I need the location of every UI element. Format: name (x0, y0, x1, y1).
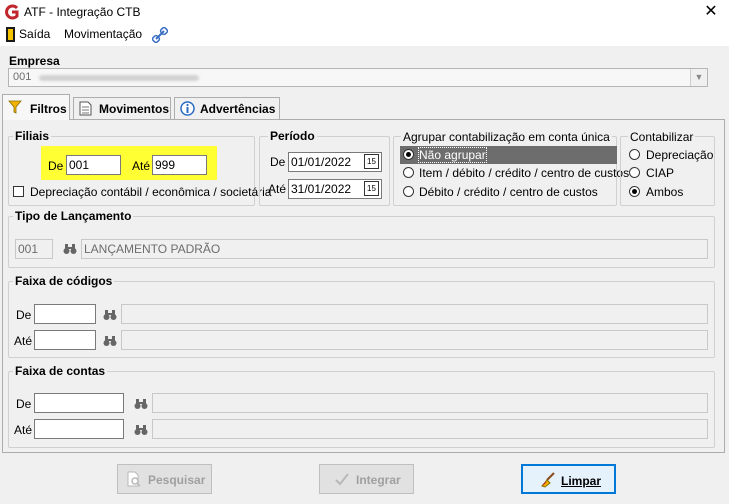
integrar-button[interactable]: Integrar (319, 464, 414, 494)
faixa-contas-ate-input[interactable] (34, 419, 124, 439)
radio-nao-agrupar-label: Não agrupar (418, 147, 487, 163)
radio-item-debito-credito-label: Item / débito / crédito / centro de cust… (419, 166, 630, 180)
binoculars-icon[interactable] (63, 243, 77, 255)
binoculars-icon[interactable] (134, 398, 148, 410)
agrupar-title: Agrupar contabilização em conta única (401, 130, 612, 144)
pesquisar-label: Pesquisar (148, 473, 206, 487)
filial-de-input[interactable]: 001 (66, 155, 121, 175)
filiais-title: Filiais (13, 129, 52, 143)
faixa-codigos-title: Faixa de códigos (13, 274, 115, 288)
pesquisar-button[interactable]: Pesquisar (117, 464, 212, 494)
radio-depreciacao[interactable] (629, 149, 640, 160)
menu-saida[interactable]: Saída (19, 27, 50, 41)
depreciacao-checkbox-label: Depreciação contábil / econômica / socie… (30, 185, 272, 199)
tab-filtros-label: Filtros (30, 102, 67, 116)
faixa-codigos-ate-input[interactable] (34, 330, 96, 350)
filiais-de-label: De (48, 159, 64, 173)
faixa-contas-title: Faixa de contas (13, 364, 108, 378)
contabilizar-title: Contabilizar (628, 130, 696, 144)
empresa-label: Empresa (9, 54, 60, 68)
radio-item-debito-credito[interactable] (403, 167, 414, 178)
periodo-de-label: De (270, 155, 286, 169)
depreciacao-checkbox[interactable] (13, 186, 24, 197)
faixa-contas-ate-label: Até (14, 423, 33, 437)
exit-door-icon (6, 27, 15, 42)
empresa-code: 001 (13, 71, 32, 83)
link-icon[interactable] (152, 27, 168, 43)
tab-movimentos[interactable]: Movimentos (73, 97, 171, 119)
radio-nao-agrupar[interactable] (403, 149, 414, 160)
binoculars-icon[interactable] (134, 424, 148, 436)
faixa-codigos-de-description (121, 304, 708, 324)
radio-ambos-label: Ambos (646, 185, 684, 199)
broom-icon (541, 472, 555, 488)
faixa-contas-de-label: De (16, 397, 32, 411)
tab-filtros[interactable]: Filtros (2, 94, 70, 120)
document-icon (79, 101, 92, 116)
periodo-de-value: 01/01/2022 (291, 155, 352, 169)
tipo-lancamento-title: Tipo de Lançamento (13, 209, 134, 223)
checkmark-icon (335, 473, 349, 486)
faixa-contas-de-input[interactable] (34, 393, 124, 413)
periodo-ate-value: 31/01/2022 (291, 182, 352, 196)
tab-advertencias[interactable]: Advertências (174, 97, 280, 119)
empresa-name-blurred (39, 75, 199, 81)
faixa-codigos-ate-description (121, 330, 708, 350)
radio-depreciacao-label: Depreciação (646, 148, 714, 162)
filial-ate-input[interactable]: 999 (152, 155, 207, 175)
periodo-ate-label: Até (268, 182, 287, 196)
periodo-de-input[interactable]: 01/01/2022 15 (288, 152, 382, 172)
calendar-icon[interactable]: 15 (364, 181, 379, 196)
faixa-contas-de-description (152, 393, 708, 413)
filter-funnel-icon (8, 100, 22, 114)
faixa-contas-ate-description (152, 419, 708, 439)
periodo-ate-input[interactable]: 31/01/2022 15 (288, 179, 382, 199)
integrar-label: Integrar (356, 473, 401, 487)
tipo-lancamento-description: LANÇAMENTO PADRÃO (81, 239, 708, 259)
close-icon[interactable]: ✕ (701, 1, 721, 23)
info-icon (180, 101, 195, 116)
search-document-icon (127, 471, 141, 487)
empresa-select[interactable]: 001 ▼ (8, 68, 708, 87)
limpar-label: Limpar (561, 474, 602, 488)
limpar-button[interactable]: Limpar (521, 464, 616, 494)
radio-ciap[interactable] (629, 167, 640, 178)
radio-ciap-label: CIAP (646, 166, 675, 180)
binoculars-icon[interactable] (103, 309, 117, 321)
radio-debito-credito[interactable] (403, 186, 414, 197)
faixa-codigos-de-input[interactable] (34, 304, 96, 324)
tipo-lancamento-code[interactable]: 001 (15, 239, 53, 259)
periodo-title: Período (268, 129, 317, 143)
tab-advertencias-label: Advertências (200, 102, 276, 116)
radio-debito-credito-label: Débito / crédito / centro de custos (419, 185, 598, 199)
chevron-down-icon[interactable]: ▼ (690, 69, 707, 86)
filiais-ate-label: Até (132, 159, 151, 173)
calendar-icon[interactable]: 15 (364, 154, 379, 169)
binoculars-icon[interactable] (103, 335, 117, 347)
menu-movimentacao[interactable]: Movimentação (64, 27, 142, 41)
faixa-codigos-ate-label: Até (14, 334, 33, 348)
faixa-codigos-de-label: De (16, 308, 32, 322)
radio-ambos[interactable] (629, 186, 640, 197)
app-logo-icon (5, 4, 19, 20)
window-title: ATF - Integração CTB (24, 5, 141, 19)
tab-movimentos-label: Movimentos (99, 102, 170, 116)
